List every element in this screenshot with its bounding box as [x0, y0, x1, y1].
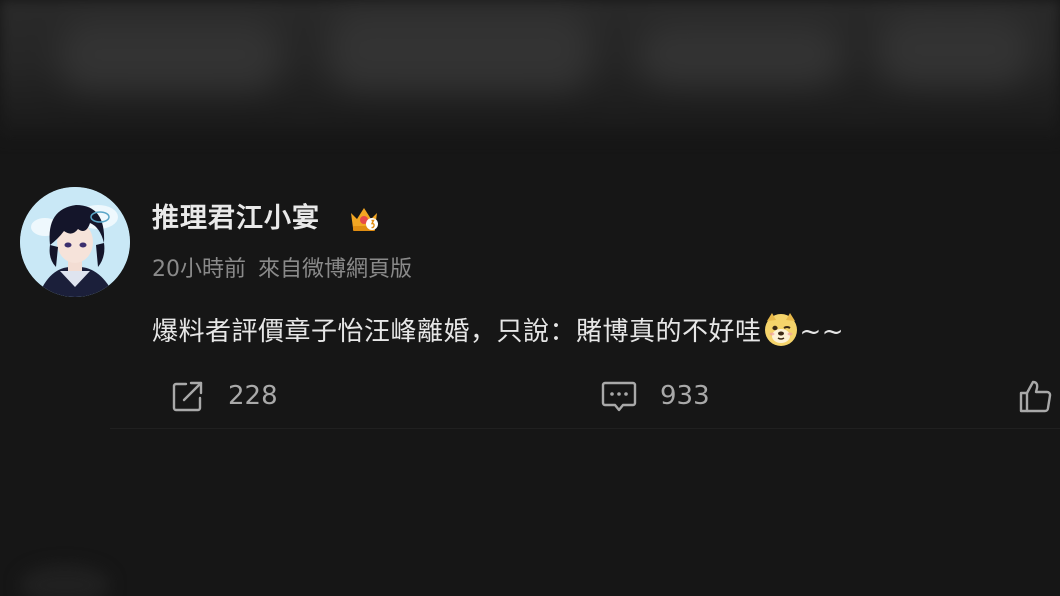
weibo-post-page: 推理君江小宴 20小時前 來自微博網頁版 爆料者評價章子怡汪峰離婚，只說：賭博真的… — [0, 0, 1060, 596]
avatar-illustration — [20, 187, 130, 297]
comment-button[interactable]: 933 — [600, 376, 710, 416]
author-name[interactable]: 推理君江小宴 — [152, 200, 320, 238]
blurred-previous-content — [0, 0, 1060, 140]
author-avatar[interactable] — [20, 187, 130, 297]
post-text-tail: ~~ — [799, 317, 845, 347]
post-divider — [110, 428, 1060, 429]
like-button[interactable] — [1017, 376, 1053, 416]
doge-emoji — [764, 313, 797, 346]
crown-badge-icon[interactable] — [348, 203, 380, 235]
repost-icon — [172, 381, 203, 412]
post-time: 20小時前 — [152, 257, 246, 282]
thumbs-up-icon — [1019, 380, 1052, 413]
repost-count: 228 — [228, 381, 278, 411]
post-meta: 20小時前 來自微博網頁版 — [152, 254, 412, 286]
comment-icon — [601, 381, 637, 412]
post-text-main: 爆料者評價章子怡汪峰離婚，只說：賭博真的不好哇 — [152, 317, 762, 347]
blurred-next-content — [20, 565, 110, 596]
post-source: 來自微博網頁版 — [258, 257, 413, 282]
repost-button[interactable]: 228 — [170, 376, 278, 416]
post-body: 爆料者評價章子怡汪峰離婚，只說：賭博真的不好哇 ~~ — [152, 311, 844, 351]
comment-count: 933 — [660, 381, 710, 411]
